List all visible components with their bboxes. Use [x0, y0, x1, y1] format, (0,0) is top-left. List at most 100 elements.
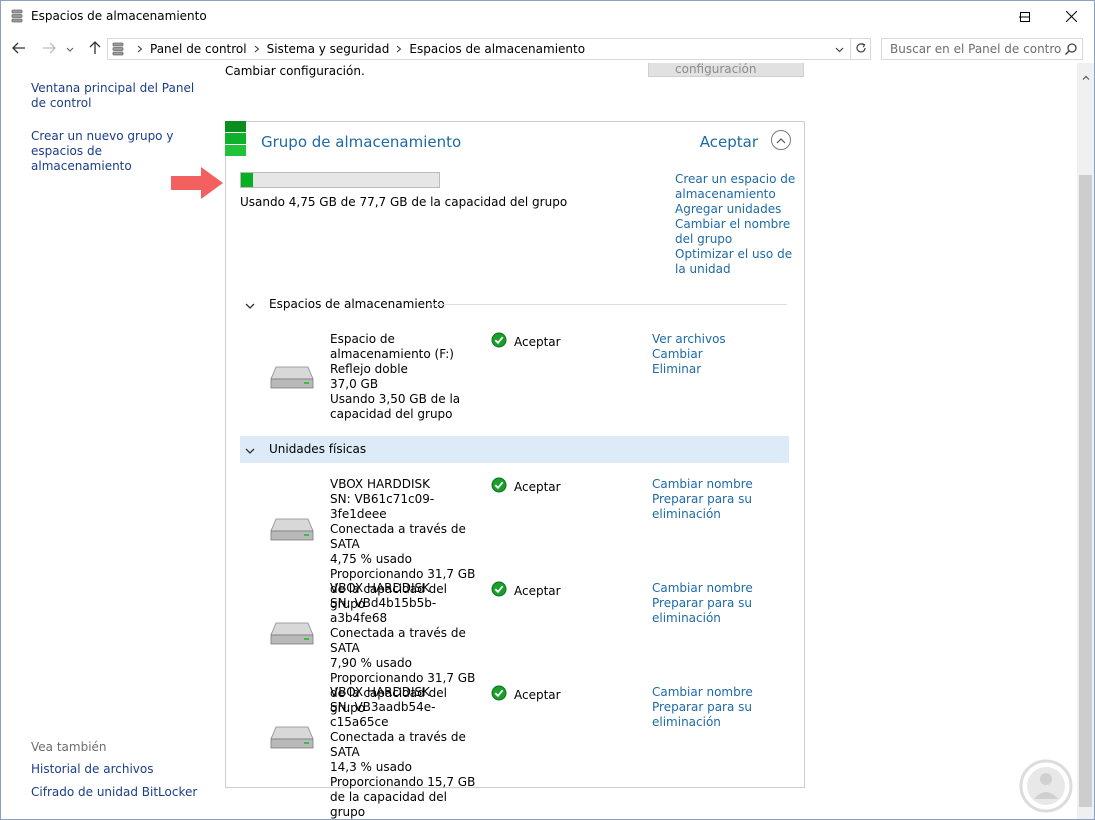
storage-spaces-icon	[11, 9, 23, 27]
drive-connection: Conectada a través de SATA	[330, 730, 466, 759]
drive-used: 7,90 % usado	[330, 656, 412, 670]
storage-space-row: Espacio de almacenamiento (F:) Reflejo d…	[256, 332, 786, 422]
drive-used: 14,3 % usado	[330, 760, 412, 774]
physical-drives-section-title: Unidades físicas	[269, 442, 367, 456]
prepare-removal-link[interactable]: Preparar para su eliminación	[652, 700, 777, 730]
maximize-button[interactable]	[1002, 1, 1048, 32]
navigation-bar: Panel de control Sistema y seguridad Esp…	[1, 35, 1094, 63]
drive-serial: SN: VB3aadb54e-c15a65ce	[330, 700, 436, 729]
drive-actions: Cambiar nombre Preparar para su eliminac…	[652, 581, 777, 626]
rename-drive-link[interactable]: Cambiar nombre	[652, 685, 777, 700]
address-bar[interactable]: Panel de control Sistema y seguridad Esp…	[107, 38, 871, 60]
chevron-right-icon[interactable]	[249, 45, 265, 53]
up-arrow-icon	[89, 40, 101, 58]
storage-pool-panel: Grupo de almacenamiento Aceptar Usando 4…	[225, 121, 805, 819]
view-files-link[interactable]: Ver archivos	[652, 332, 777, 347]
physical-drive-row: VBOX HARDDISK SN: VBd4b15b5b-a3b4fe68 Co…	[256, 581, 786, 715]
window: Espacios de almacenamiento Panel de cont…	[0, 0, 1095, 820]
space-status-label: Aceptar	[514, 334, 561, 349]
drive-icon	[270, 365, 314, 394]
pool-actions: Crear un espacio de almacenamiento Agreg…	[675, 172, 800, 277]
pool-capacity-bar	[240, 172, 440, 188]
watermark-logo	[1015, 757, 1077, 818]
chevron-right-icon[interactable]	[391, 45, 407, 53]
refresh-button[interactable]	[850, 39, 870, 59]
collapse-pool-button[interactable]	[771, 130, 791, 150]
drive-used: 4,75 % usado	[330, 552, 412, 566]
back-arrow-icon	[12, 42, 26, 57]
breadcrumb: Panel de control Sistema y seguridad Esp…	[132, 39, 587, 59]
change-space-link[interactable]: Cambiar	[652, 347, 777, 362]
pool-capacity-fill	[241, 173, 254, 187]
scrollbar-thumb[interactable]	[1079, 175, 1092, 807]
forward-button[interactable]	[39, 39, 59, 59]
drive-model: VBOX HARDDISK	[330, 685, 431, 699]
breadcrumb-sistema-y-seguridad[interactable]: Sistema y seguridad	[265, 42, 392, 56]
storage-spaces-icon	[112, 42, 124, 60]
change-settings-button-label: Cambiar configuración	[675, 63, 757, 76]
space-resiliency: Reflejo doble	[330, 362, 408, 376]
space-status: Aceptar	[491, 332, 561, 352]
search-icon[interactable]	[1064, 42, 1078, 59]
section-divider	[430, 304, 787, 305]
check-ok-icon	[491, 477, 507, 497]
check-ok-icon	[491, 685, 507, 705]
physical-drives-section-header[interactable]: Unidades físicas	[240, 436, 789, 463]
scroll-up-button[interactable]	[1077, 63, 1094, 89]
optimize-drive-usage-link[interactable]: Optimizar el uso de la unidad	[675, 247, 800, 277]
drive-status-label: Aceptar	[514, 479, 561, 494]
space-name: Espacio de almacenamiento (F:)	[330, 332, 454, 361]
pool-title: Grupo de almacenamiento	[261, 133, 462, 151]
chevron-down-icon[interactable]	[245, 299, 255, 313]
add-drives-link[interactable]: Agregar unidades	[675, 202, 800, 217]
drive-status: Aceptar	[491, 685, 561, 705]
space-usage: Usando 3,50 GB de la capacidad del grupo	[330, 392, 461, 421]
drive-serial: SN: VB61c71c09-3fe1deee	[330, 492, 435, 521]
chevron-up-icon	[776, 133, 786, 147]
check-ok-icon	[491, 332, 507, 352]
rename-drive-link[interactable]: Cambiar nombre	[652, 477, 777, 492]
drive-serial: SN: VBd4b15b5b-a3b4fe68	[330, 596, 437, 625]
vertical-scrollbar[interactable]	[1077, 63, 1094, 819]
prepare-removal-link[interactable]: Preparar para su eliminación	[652, 596, 777, 626]
spaces-section-title: Espacios de almacenamiento	[269, 297, 445, 311]
physical-drive-row: VBOX HARDDISK SN: VB61c71c09-3fe1deee Co…	[256, 477, 786, 611]
change-settings-button[interactable]: Cambiar configuración	[648, 63, 804, 77]
chevron-down-icon	[835, 42, 844, 56]
recent-locations-button[interactable]	[63, 39, 77, 59]
recent-dropdown-icon	[66, 42, 74, 56]
space-actions: Ver archivos Cambiar Eliminar	[652, 332, 777, 377]
chevron-right-icon[interactable]	[132, 45, 148, 53]
link-bitlocker[interactable]: Cifrado de unidad BitLocker	[31, 785, 197, 800]
drive-status-label: Aceptar	[514, 583, 561, 598]
pool-status: Aceptar	[699, 133, 758, 151]
up-button[interactable]	[85, 39, 105, 59]
close-button[interactable]	[1048, 1, 1094, 32]
back-button[interactable]	[9, 39, 29, 59]
breadcrumb-espacios[interactable]: Espacios de almacenamiento	[407, 42, 587, 56]
search-input[interactable]	[882, 39, 1062, 59]
rename-drive-link[interactable]: Cambiar nombre	[652, 581, 777, 596]
spaces-section-header[interactable]: Espacios de almacenamiento	[240, 291, 789, 318]
drive-model: VBOX HARDDISK	[330, 581, 431, 595]
search-box[interactable]	[881, 38, 1083, 60]
address-dropdown-button[interactable]	[830, 39, 848, 59]
drive-status: Aceptar	[491, 581, 561, 601]
refresh-icon	[855, 42, 867, 57]
chevron-down-icon[interactable]	[245, 444, 255, 458]
create-space-link[interactable]: Crear un espacio de almacenamiento	[675, 172, 800, 202]
drive-icon	[270, 725, 314, 754]
drive-status-label: Aceptar	[514, 687, 561, 702]
link-control-panel-home[interactable]: Ventana principal del Panel de control	[31, 81, 201, 111]
delete-space-link[interactable]: Eliminar	[652, 362, 777, 377]
see-also-label: Vea también	[31, 740, 107, 754]
prepare-removal-link[interactable]: Preparar para su eliminación	[652, 492, 777, 522]
link-file-history[interactable]: Historial de archivos	[31, 762, 154, 777]
breadcrumb-panel-de-control[interactable]: Panel de control	[148, 42, 249, 56]
drive-icon	[270, 517, 314, 546]
rename-pool-link[interactable]: Cambiar el nombre del grupo	[675, 217, 800, 247]
check-ok-icon	[491, 581, 507, 601]
drive-icon	[270, 621, 314, 650]
drive-provided: Proporcionando 15,7 GB de la capacidad d…	[330, 775, 476, 819]
space-size: 37,0 GB	[330, 377, 379, 391]
